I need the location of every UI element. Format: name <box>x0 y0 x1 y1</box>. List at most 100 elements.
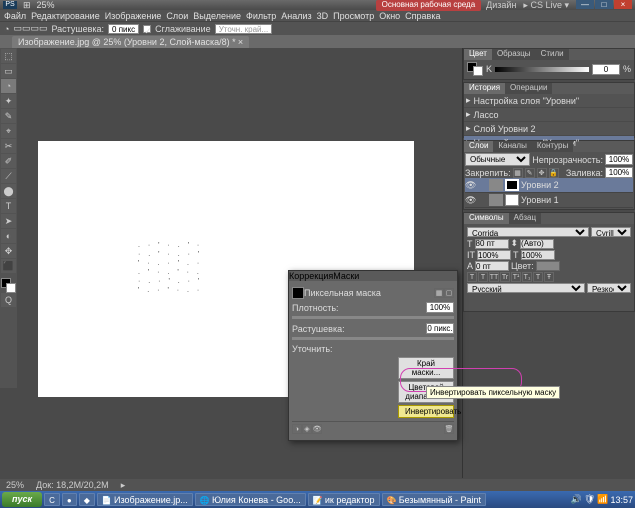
tool-hand[interactable]: ✥ <box>1 244 16 258</box>
menu-3d[interactable]: 3D <box>317 11 329 21</box>
antialias-checkbox[interactable]: ✓ <box>143 25 151 33</box>
menu-filter[interactable]: Фильтр <box>246 11 276 21</box>
maximize-button[interactable]: □ <box>595 0 613 9</box>
tab-channels[interactable]: Каналы <box>493 141 531 152</box>
tab-history[interactable]: История <box>464 83 505 94</box>
feather-input[interactable]: 0 пикс <box>108 24 139 34</box>
lock-position-icon[interactable]: ✥ <box>537 168 547 178</box>
tool-eraser[interactable]: ⬤ <box>1 184 16 198</box>
menu-select[interactable]: Выделение <box>193 11 241 21</box>
pixel-mask-icon[interactable]: ▦ <box>434 288 444 298</box>
mask-from-selection-icon[interactable]: ◑ <box>292 424 302 434</box>
fill-input[interactable]: 100% <box>605 167 633 178</box>
font-select[interactable]: Corrida <box>467 227 589 237</box>
mask-feather-input[interactable]: 0 пикс. <box>426 323 454 334</box>
quicklaunch-icon[interactable]: ◆ <box>79 493 95 506</box>
font-size[interactable] <box>475 239 509 249</box>
tray-icon[interactable]: 📶 <box>597 494 608 505</box>
minimize-button[interactable]: — <box>576 0 594 9</box>
quicklaunch-icon[interactable]: C <box>44 493 60 506</box>
zoom-dropdown[interactable]: 25% <box>37 0 55 10</box>
status-zoom[interactable]: 25% <box>6 480 24 490</box>
tab-character[interactable]: Символы <box>464 213 509 224</box>
baseline[interactable] <box>475 261 509 271</box>
apply-mask-icon[interactable]: ◈ <box>302 424 312 434</box>
antialias-select[interactable]: Резкое <box>587 283 631 293</box>
visibility-icon[interactable]: 👁 <box>465 180 475 191</box>
tab-masks[interactable]: Маски <box>333 271 359 281</box>
layer-row[interactable]: 👁 Уровни 1 <box>465 193 633 208</box>
doc-arrange[interactable]: ⊞ <box>23 0 31 11</box>
tool-type[interactable]: T <box>1 199 16 213</box>
tab-color[interactable]: Цвет <box>464 49 492 60</box>
taskbar-item[interactable]: 🌐 Юлия Конева - Goo... <box>195 493 306 506</box>
color-swatch[interactable] <box>1 278 16 293</box>
leading[interactable] <box>520 239 554 249</box>
tool-crop[interactable]: ✎ <box>1 109 16 123</box>
layer-row[interactable]: 👁 Уровни 2 <box>465 178 633 193</box>
menu-window[interactable]: Окно <box>379 11 400 21</box>
taskbar-item[interactable]: 🎨 Безымянный - Paint <box>382 493 487 506</box>
tool-brush[interactable]: ✐ <box>1 154 16 168</box>
lock-pixels-icon[interactable]: ✎ <box>525 168 535 178</box>
kerning[interactable] <box>521 250 555 260</box>
cslive-button[interactable]: ▸ CS Live ▾ <box>523 0 569 11</box>
invert-button[interactable]: Инвертировать <box>398 405 454 418</box>
tool-move[interactable]: ⬚ <box>1 49 16 63</box>
tool-lasso[interactable]: ◔ <box>1 79 16 93</box>
tray-icon[interactable]: 🛡 <box>584 494 595 505</box>
tab-swatches[interactable]: Образцы <box>492 49 536 60</box>
tab-close-icon[interactable]: × <box>238 37 243 47</box>
tray-icon[interactable]: 🔊 <box>571 494 582 505</box>
menu-help[interactable]: Справка <box>405 11 440 21</box>
lock-transparency-icon[interactable]: ▦ <box>513 168 523 178</box>
clock[interactable]: 13:57 <box>610 495 633 505</box>
quicklaunch-icon[interactable]: ● <box>62 493 77 506</box>
tool-wand[interactable]: ✦ <box>1 94 16 108</box>
tool-marquee[interactable]: ▭ <box>1 64 16 78</box>
color-value[interactable]: 0 <box>592 64 620 75</box>
document-tab[interactable]: Изображение.jpg @ 25% (Уровни 2, Слой-ма… <box>12 36 249 48</box>
opacity-input[interactable]: 100% <box>605 154 633 165</box>
lock-all-icon[interactable]: 🔒 <box>549 168 559 178</box>
blend-mode[interactable]: Обычные <box>465 153 530 166</box>
tracking[interactable] <box>477 250 511 260</box>
history-item[interactable]: ▸Слой Уровни 2 <box>464 122 634 136</box>
tab-styles[interactable]: Стили <box>536 49 569 60</box>
refine-edge-button[interactable]: Уточн. край... <box>215 24 273 34</box>
menu-file[interactable]: Файл <box>4 11 26 21</box>
tool-path[interactable]: ➤ <box>1 214 16 228</box>
taskbar-item[interactable]: 📝 ик редактор <box>308 493 380 506</box>
quickmask-toggle[interactable]: Q <box>1 293 16 307</box>
workspace-design[interactable]: Дизайн <box>486 0 516 11</box>
tab-actions[interactable]: Операции <box>505 83 552 94</box>
menu-view[interactable]: Просмотр <box>333 11 374 21</box>
tool-heal[interactable]: ✂ <box>1 139 16 153</box>
density-input[interactable]: 100% <box>426 302 454 313</box>
tab-adjustments[interactable]: Коррекция <box>289 271 333 281</box>
font-style-select[interactable]: Cyrillic <box>591 227 631 237</box>
text-color-swatch[interactable] <box>536 261 560 271</box>
delete-mask-icon[interactable]: 🗑 <box>444 424 454 434</box>
start-button[interactable]: пуск <box>2 492 42 507</box>
history-item[interactable]: ▸Лассо <box>464 108 634 122</box>
tool-eyedropper[interactable]: ⌖ <box>1 124 16 138</box>
toggle-mask-icon[interactable]: 👁 <box>312 424 322 434</box>
tool-shape[interactable]: ◐ <box>1 229 16 243</box>
close-button[interactable]: × <box>614 0 632 9</box>
tab-layers[interactable]: Слои <box>464 141 493 152</box>
workspace-main[interactable]: Основная рабочая среда <box>376 0 482 11</box>
bold-icon[interactable]: T <box>467 272 477 282</box>
vector-mask-icon[interactable]: ▢ <box>444 288 454 298</box>
visibility-icon[interactable]: 👁 <box>465 195 475 206</box>
tab-paths[interactable]: Контуры <box>532 141 573 152</box>
color-slider[interactable] <box>495 67 589 72</box>
menu-edit[interactable]: Редактирование <box>31 11 100 21</box>
menu-layer[interactable]: Слои <box>166 11 188 21</box>
menu-analysis[interactable]: Анализ <box>281 11 311 21</box>
tool-stamp[interactable]: ⟋ <box>1 169 16 183</box>
tool-zoom[interactable]: ⬛ <box>1 259 16 273</box>
tab-paragraph[interactable]: Абзац <box>509 213 541 224</box>
menu-image[interactable]: Изображение <box>105 11 162 21</box>
taskbar-item[interactable]: 📄 Изображение.jp... <box>97 493 193 506</box>
